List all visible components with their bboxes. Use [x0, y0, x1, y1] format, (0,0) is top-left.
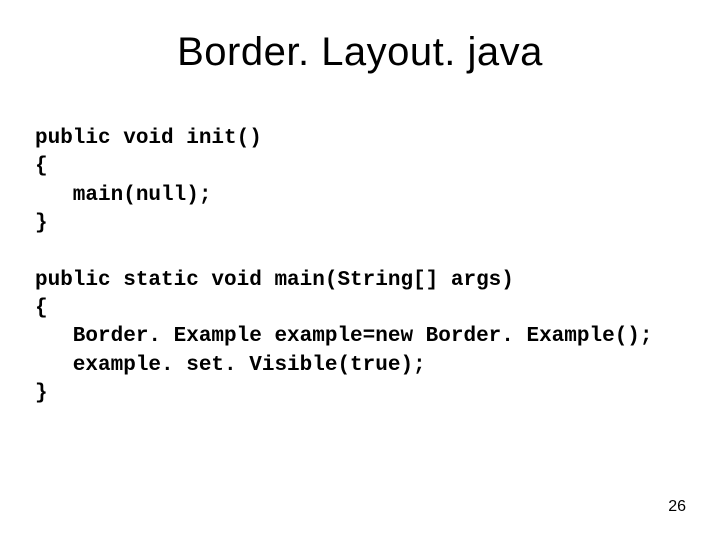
page-number: 26: [668, 498, 686, 516]
slide-title: Border. Layout. java: [0, 30, 720, 75]
slide: Border. Layout. java public void init() …: [0, 0, 720, 540]
code-block: public void init() { main(null); } publi…: [35, 125, 653, 408]
